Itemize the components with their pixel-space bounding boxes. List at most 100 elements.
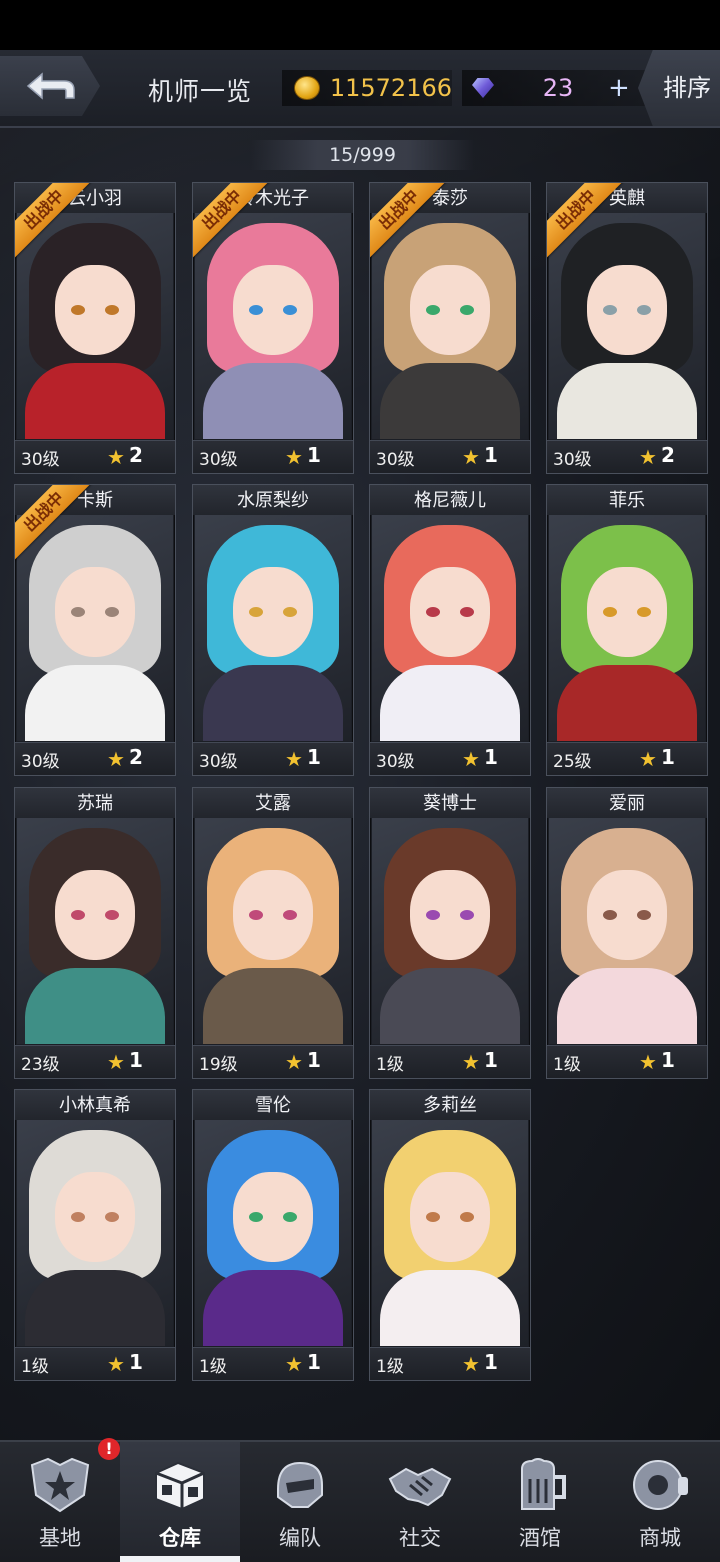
page-title: 机师一览	[148, 77, 253, 106]
coin-counter: 11572166	[282, 70, 452, 106]
pilot-portrait	[372, 213, 528, 439]
pilot-level: 1级	[376, 1357, 404, 1377]
star-icon: ★	[285, 747, 303, 771]
nav-label: 基地	[39, 1526, 81, 1550]
nav-item-1[interactable]: 仓库	[120, 1442, 240, 1562]
pilot-star-count: 1	[129, 1350, 143, 1374]
pilot-name: 多莉丝	[370, 1090, 530, 1120]
pilot-star-count: 1	[484, 745, 498, 769]
pilot-portrait	[195, 213, 351, 439]
star-icon: ★	[107, 1050, 125, 1074]
pilot-card[interactable]: 雪伦 1级 ★ 1	[192, 1089, 354, 1381]
pilot-star-count: 2	[129, 745, 143, 769]
pilot-level: 30级	[376, 450, 415, 470]
pilot-name: 格尼薇儿	[370, 485, 530, 515]
star-icon: ★	[285, 1352, 303, 1376]
pilot-stats: 1级 ★ 1	[193, 1347, 353, 1380]
pilot-name: 雪伦	[193, 1090, 353, 1120]
pilot-portrait	[195, 818, 351, 1044]
pilot-card[interactable]: 爱丽 1级 ★ 1	[546, 787, 708, 1079]
pilot-stats: 30级 ★ 2	[15, 742, 175, 775]
star-icon: ★	[285, 1050, 303, 1074]
nav-item-0[interactable]: 基地!	[0, 1438, 120, 1562]
pilot-portrait	[195, 515, 351, 741]
pilot-star-count: 1	[661, 745, 675, 769]
pilot-card[interactable]: 葵博士 1级 ★ 1	[369, 787, 531, 1079]
pilot-star-count: 1	[307, 1350, 321, 1374]
add-gems-button[interactable]: +	[608, 73, 630, 103]
pilot-name: 苏瑞	[15, 788, 175, 818]
coin-icon	[294, 76, 320, 100]
team-helmet-icon	[268, 1454, 332, 1516]
pilot-card[interactable]: 水原梨纱 30级 ★ 1	[192, 484, 354, 776]
pilot-star-count: 1	[129, 1048, 143, 1072]
nav-item-4[interactable]: 酒馆	[480, 1442, 600, 1562]
pilot-card[interactable]: 卡斯 出战中 30级 ★ 2	[14, 484, 176, 776]
pilot-stats: 30级 ★ 1	[193, 742, 353, 775]
pilot-card[interactable]: 铃木光子 出战中 30级 ★ 1	[192, 182, 354, 474]
pilot-stats: 1级 ★ 1	[370, 1347, 530, 1380]
gem-icon	[472, 78, 494, 98]
pilot-portrait	[549, 213, 705, 439]
pilot-star-count: 1	[484, 443, 498, 467]
sort-label: 排序	[663, 73, 711, 102]
pilot-portrait	[195, 1120, 351, 1346]
pilot-stats: 19级 ★ 1	[193, 1045, 353, 1078]
pilot-stats: 1级 ★ 1	[547, 1045, 707, 1078]
pilot-star-count: 1	[307, 745, 321, 769]
pilot-card[interactable]: 苏瑞 23级 ★ 1	[14, 787, 176, 1079]
pilot-name: 水原梨纱	[193, 485, 353, 515]
status-bar	[0, 0, 720, 50]
pilot-level: 1级	[199, 1357, 227, 1377]
nav-label: 商城	[639, 1526, 681, 1550]
top-header: 机师一览 11572166 23 + 排序	[0, 50, 720, 128]
pilot-card[interactable]: 艾露 19级 ★ 1	[192, 787, 354, 1079]
pilot-portrait	[17, 818, 173, 1044]
pilot-stats: 30级 ★ 1	[370, 440, 530, 473]
pilot-card[interactable]: 多莉丝 1级 ★ 1	[369, 1089, 531, 1381]
pilot-card[interactable]: 格尼薇儿 30级 ★ 1	[369, 484, 531, 776]
pilot-name: 爱丽	[547, 788, 707, 818]
pilot-star-count: 1	[661, 1048, 675, 1072]
pilot-card[interactable]: 英麒 出战中 30级 ★ 2	[546, 182, 708, 474]
back-button[interactable]	[0, 56, 100, 116]
pilot-level: 30级	[199, 752, 238, 772]
pilot-level: 1级	[21, 1357, 49, 1377]
pilot-portrait	[372, 515, 528, 741]
pilot-portrait	[372, 1120, 528, 1346]
pilot-portrait	[17, 515, 173, 741]
pilot-level: 30级	[21, 450, 60, 470]
gem-counter: 23 +	[462, 70, 654, 106]
pilot-stats: 23级 ★ 1	[15, 1045, 175, 1078]
pilot-card[interactable]: 小林真希 1级 ★ 1	[14, 1089, 176, 1381]
star-icon: ★	[462, 747, 480, 771]
pilot-star-count: 1	[307, 443, 321, 467]
pilot-portrait	[17, 1120, 173, 1346]
pilot-portrait	[372, 818, 528, 1044]
coin-value: 11572166	[329, 74, 452, 102]
pilot-card[interactable]: 云小羽 出战中 30级 ★ 2	[14, 182, 176, 474]
nav-item-2[interactable]: 编队	[240, 1442, 360, 1562]
pilot-count: 15/999	[250, 140, 475, 170]
star-icon: ★	[285, 445, 303, 469]
shop-robot-icon	[628, 1454, 692, 1516]
pilot-name: 艾露	[193, 788, 353, 818]
pilot-level: 23级	[21, 1055, 60, 1075]
pilot-star-count: 1	[307, 1048, 321, 1072]
pilot-level: 30级	[553, 450, 592, 470]
star-icon: ★	[462, 1352, 480, 1376]
pilot-stats: 30级 ★ 2	[547, 440, 707, 473]
nav-item-5[interactable]: 商城	[600, 1442, 720, 1562]
back-arrow-icon	[26, 72, 75, 100]
pilot-name: 葵博士	[370, 788, 530, 818]
nav-item-3[interactable]: 社交	[360, 1442, 480, 1562]
bottom-nav: 基地! 仓库 编队 社交 酒馆 商城	[0, 1438, 720, 1562]
pilot-card[interactable]: 菲乐 25级 ★ 1	[546, 484, 708, 776]
star-icon: ★	[462, 1050, 480, 1074]
pilot-card[interactable]: 泰莎 出战中 30级 ★ 1	[369, 182, 531, 474]
pilot-portrait	[17, 213, 173, 439]
pilot-level: 25级	[553, 752, 592, 772]
sort-button[interactable]: 排序	[638, 50, 720, 126]
pilot-level: 19级	[199, 1055, 238, 1075]
pilot-level: 1级	[553, 1055, 581, 1075]
